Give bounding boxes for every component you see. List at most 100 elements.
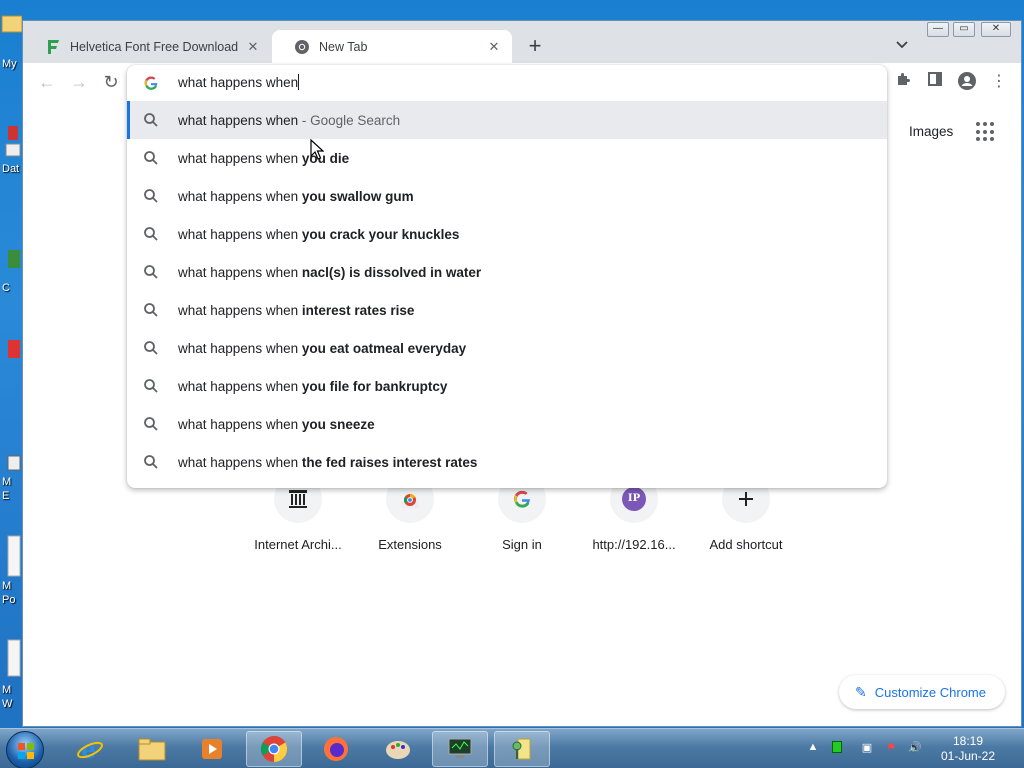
shortcut-label: Sign in: [502, 537, 542, 552]
maximize-button[interactable]: ▭: [953, 22, 975, 37]
taskbar-media-player-icon[interactable]: [184, 731, 240, 767]
shortcut-label: Extensions: [378, 537, 442, 552]
search-icon: [143, 226, 159, 242]
search-icon: [143, 150, 159, 166]
taskbar: e ▲ ▣ ⚑ 🔊 18:19 01-Jun-22: [0, 728, 1024, 768]
suggestion-completion: you swallow gum: [301, 188, 414, 204]
suggestion-item[interactable]: what happens when you file for bankruptc…: [127, 367, 887, 405]
minimize-button[interactable]: —: [927, 22, 949, 37]
desktop-label: Dat: [2, 163, 20, 175]
taskbar-explorer-icon[interactable]: [124, 731, 180, 767]
desktop-label: M: [2, 684, 12, 696]
desktop-icon[interactable]: [0, 636, 22, 682]
taskbar-firefox-icon[interactable]: [308, 731, 364, 767]
shortcut-add[interactable]: Add shortcut: [690, 475, 802, 565]
taskbar-chrome-icon[interactable]: [246, 731, 302, 767]
extensions-puzzle-icon[interactable]: [891, 71, 915, 95]
suggestion-description: - Google Search: [298, 112, 401, 128]
omnibox-dropdown: what happens when what happens when - Go…: [127, 65, 887, 488]
suggestion-prefix: what happens when: [178, 378, 302, 394]
suggestion-completion: nacl(s) is dissolved in water: [301, 264, 482, 280]
shortcut-extensions[interactable]: Extensions: [354, 475, 466, 565]
desktop-icon[interactable]: [0, 532, 22, 578]
pencil-icon: ✎: [855, 683, 867, 700]
tray-clock[interactable]: 18:19 01-Jun-22: [938, 734, 998, 764]
tab-helvetica[interactable]: Helvetica Font Free Download ✕: [23, 30, 271, 63]
taskbar-paint-icon[interactable]: [370, 731, 426, 767]
tab-new-tab[interactable]: New Tab ✕: [272, 30, 512, 63]
search-icon: [143, 378, 159, 394]
tab-strip: Helvetica Font Free Download ✕ New Tab ✕…: [23, 21, 1021, 63]
tab-title: New Tab: [319, 39, 368, 54]
search-icon: [143, 340, 159, 356]
suggestion-text: what happens when - Google Search: [178, 113, 400, 128]
desktop-label: M: [2, 580, 12, 592]
shortcut-sign-in[interactable]: Sign in: [466, 475, 578, 565]
desktop-icon[interactable]: [0, 120, 22, 166]
suggestion-text: what happens when nacl(s) is dissolved i…: [178, 265, 481, 280]
taskbar-keys-icon[interactable]: [494, 731, 550, 767]
taskbar-ie-icon[interactable]: e: [62, 731, 118, 767]
close-tab-icon[interactable]: ✕: [245, 39, 261, 55]
suggestion-completion: you die: [301, 150, 350, 166]
suggestion-item[interactable]: what happens when you sneeze: [127, 405, 887, 443]
suggestion-prefix: what happens when: [178, 226, 302, 242]
side-panel-icon[interactable]: [923, 71, 947, 95]
tab-title: Helvetica Font Free Download: [70, 39, 239, 54]
search-icon: [143, 112, 159, 128]
suggestion-item[interactable]: what happens when you die: [127, 139, 887, 177]
search-icon: [143, 454, 159, 470]
suggestion-prefix: what happens when: [178, 416, 302, 432]
suggestion-prefix: what happens when: [178, 112, 299, 128]
suggestion-item[interactable]: what happens when nacl(s) is dissolved i…: [127, 253, 887, 291]
suggestion-item[interactable]: what happens when you swallow gum: [127, 177, 887, 215]
suggestion-text: what happens when you eat oatmeal everyd…: [178, 341, 466, 356]
address-input-text: what happens when: [178, 75, 299, 90]
customize-label: Customize Chrome: [874, 684, 986, 700]
start-button[interactable]: [6, 731, 44, 768]
desktop-label: Po: [2, 594, 16, 606]
desktop-icon-folder[interactable]: [0, 8, 23, 54]
tray-network-icon[interactable]: ▣: [860, 741, 874, 755]
new-tab-button[interactable]: +: [523, 35, 547, 59]
address-bar[interactable]: what happens when: [127, 65, 887, 101]
chrome-window: Helvetica Font Free Download ✕ New Tab ✕…: [22, 20, 1022, 727]
suggestion-prefix: what happens when: [178, 188, 302, 204]
tray-expand-icon[interactable]: ▲: [806, 741, 820, 755]
more-menu-icon[interactable]: ⋮: [987, 71, 1011, 95]
suggestion-item[interactable]: what happens when - Google Search: [127, 101, 887, 139]
shortcut-ip-address[interactable]: IP http://192.16...: [578, 475, 690, 565]
google-apps-icon[interactable]: [976, 122, 996, 142]
suggestion-completion: you file for bankruptcy: [301, 378, 448, 394]
shortcut-label: Add shortcut: [709, 537, 783, 552]
close-tab-icon[interactable]: ✕: [486, 39, 502, 55]
tray-app-icon[interactable]: [830, 741, 844, 755]
tray-volume-icon[interactable]: 🔊: [908, 741, 922, 755]
suggestion-completion: you sneeze: [301, 416, 375, 432]
taskbar-monitor-icon[interactable]: [432, 731, 488, 767]
text-caret: [298, 74, 300, 90]
customize-chrome-button[interactable]: ✎ Customize Chrome: [839, 675, 1005, 709]
clock-time: 18:19: [952, 734, 984, 748]
forward-button[interactable]: →: [67, 71, 91, 95]
back-button[interactable]: ←: [35, 71, 59, 95]
suggestion-prefix: what happens when: [178, 264, 302, 280]
tab-search-icon[interactable]: [895, 37, 915, 57]
reload-button[interactable]: ↻: [99, 71, 123, 95]
address-input[interactable]: what happens when: [178, 74, 300, 90]
close-window-button[interactable]: ✕: [981, 22, 1011, 37]
desktop-icon[interactable]: [0, 330, 22, 376]
suggestion-text: what happens when the fed raises interes…: [178, 455, 477, 470]
suggestion-text: what happens when you file for bankruptc…: [178, 379, 447, 394]
profile-avatar-icon[interactable]: [955, 71, 979, 95]
suggestion-item[interactable]: what happens when you crack your knuckle…: [127, 215, 887, 253]
chrome-icon: [294, 39, 310, 55]
desktop-icon[interactable]: [0, 236, 22, 282]
tray-flag-icon[interactable]: ⚑: [884, 741, 898, 755]
suggestion-item[interactable]: what happens when interest rates rise: [127, 291, 887, 329]
shortcut-internet-archive[interactable]: Internet Archi...: [242, 475, 354, 565]
suggestion-item[interactable]: what happens when the fed raises interes…: [127, 443, 887, 481]
suggestion-item[interactable]: what happens when you eat oatmeal everyd…: [127, 329, 887, 367]
images-link[interactable]: Images: [909, 124, 953, 139]
suggestion-completion: you eat oatmeal everyday: [301, 340, 467, 356]
